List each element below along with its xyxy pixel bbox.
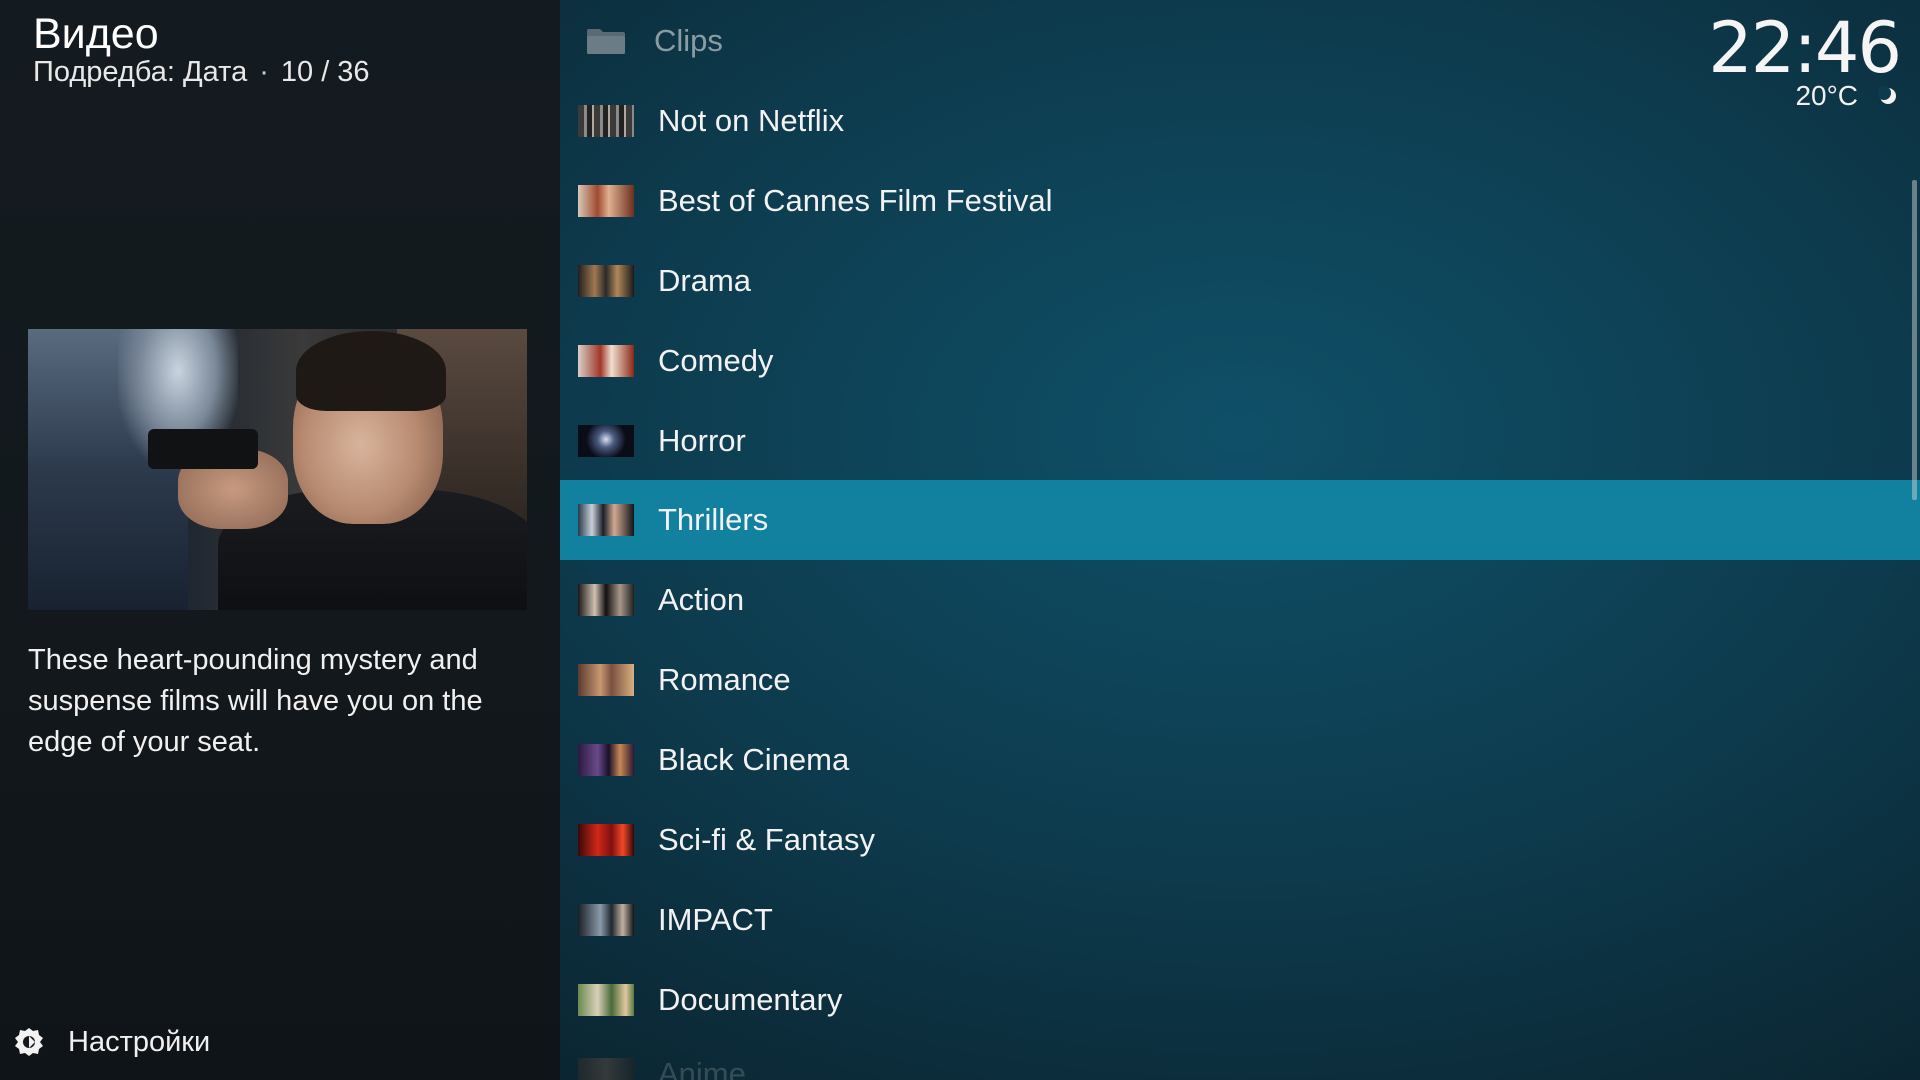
list-item-anime[interactable]: Anime xyxy=(560,1034,1920,1080)
moon-icon xyxy=(1878,86,1896,104)
list-item-not-on-netflix[interactable]: Not on Netflix xyxy=(560,81,1920,161)
collection-thumbnail xyxy=(578,504,634,536)
temperature: 20°C xyxy=(1795,80,1858,111)
kodi-video-screen: Видео Подредба: Дата · 10 / 36 These heart… xyxy=(0,0,1920,1080)
fanart-image xyxy=(28,329,527,610)
collection-thumbnail xyxy=(578,584,634,616)
collection-thumbnail xyxy=(578,185,634,217)
list-item-label: Anime xyxy=(658,1056,746,1080)
info-panel: Видео Подредба: Дата · 10 / 36 These heart… xyxy=(0,0,560,1080)
plot-text: These heart-pounding mystery and suspens… xyxy=(28,644,483,758)
list-item-label: IMPACT xyxy=(658,902,773,937)
list-item-documentary[interactable]: Documentary xyxy=(560,960,1920,1040)
list-item-impact[interactable]: IMPACT xyxy=(560,880,1920,960)
list-item-label: Sci-fi & Fantasy xyxy=(658,822,876,857)
list-item-horror[interactable]: Horror xyxy=(560,401,1920,481)
settings-label: Настройки xyxy=(68,1025,211,1058)
folder-icon xyxy=(587,29,625,54)
list-item-label: Documentary xyxy=(658,982,843,1017)
list-item-label: Clips xyxy=(654,23,723,58)
list-item-scifi-fantasy[interactable]: Sci-fi & Fantasy xyxy=(560,800,1920,880)
list-item-label: Best of Cannes Film Festival xyxy=(658,183,1053,218)
collection-thumbnail xyxy=(578,265,634,297)
list-item-label: Comedy xyxy=(658,343,774,378)
collection-thumbnail xyxy=(578,744,634,776)
list-item-thrillers[interactable]: Thrillers xyxy=(560,480,1920,560)
list-item-romance[interactable]: Romance xyxy=(560,640,1920,720)
list-item-label: Not on Netflix xyxy=(658,103,845,138)
list-item-comedy[interactable]: Comedy xyxy=(560,321,1920,401)
list-item-label: Action xyxy=(658,582,745,617)
list-item-label: Horror xyxy=(658,423,746,458)
list-item-drama[interactable]: Drama xyxy=(560,241,1920,321)
list-item-label: Romance xyxy=(658,662,791,697)
page-title: Видео xyxy=(33,10,159,58)
item-position: 10 / 36 xyxy=(280,56,370,88)
list-item-best-of-cannes[interactable]: Best of Cannes Film Festival xyxy=(560,161,1920,241)
sort-label[interactable]: Подредба: Дата xyxy=(33,56,247,88)
sort-info: Подредба: Дата · 10 / 36 xyxy=(33,54,370,90)
weather-info: 20°C xyxy=(1795,80,1898,112)
list-scrollbar[interactable] xyxy=(1912,180,1917,500)
collection-thumbnail xyxy=(578,664,634,696)
separator: · xyxy=(259,56,269,88)
collection-thumbnail xyxy=(578,824,634,856)
list-item-action[interactable]: Action xyxy=(560,560,1920,640)
category-list[interactable]: Clips Not on Netflix Best of Cannes Film… xyxy=(560,0,1920,1080)
collection-thumbnail xyxy=(578,345,634,377)
collection-thumbnail xyxy=(578,904,634,936)
collection-thumbnail xyxy=(578,425,634,457)
gear-icon xyxy=(15,1028,43,1056)
collection-thumbnail xyxy=(578,1058,634,1080)
list-item-label: Drama xyxy=(658,263,752,298)
list-item-label: Black Cinema xyxy=(658,742,850,777)
list-item-black-cinema[interactable]: Black Cinema xyxy=(560,720,1920,800)
list-item-label: Thrillers xyxy=(658,502,769,537)
settings-button[interactable]: Настройки xyxy=(12,1020,210,1064)
collection-thumbnail xyxy=(578,984,634,1016)
clock: 22:46 xyxy=(1708,7,1902,89)
collection-thumbnail xyxy=(578,105,634,137)
